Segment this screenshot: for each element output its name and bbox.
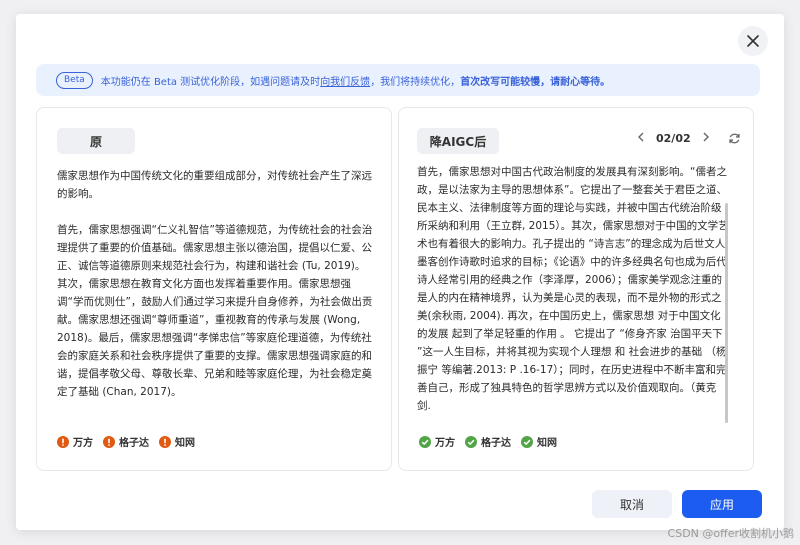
source-cnki: 知网 (521, 434, 557, 449)
close-button[interactable] (738, 26, 768, 56)
original-title: 原 (57, 128, 135, 154)
rewrite-dialog: Beta 本功能仍在 Beta 测试优化阶段，如遇问题请及时 向我们反馈 ，我们… (16, 14, 784, 530)
rewritten-detection-sources: 万方 格子达 知网 (419, 434, 567, 449)
banner-text: 本功能仍在 Beta 测试优化阶段，如遇问题请及时 (100, 76, 321, 88)
refresh-icon (729, 133, 740, 144)
check-circle-icon (521, 435, 533, 448)
rewritten-panel: 降AIGC后 02/02 首先，儒家思想对中国古代政治制度的发展具有深刻影响。“… (398, 107, 754, 471)
banner-text-middle: ，我们将持续优化， (370, 76, 461, 88)
check-circle-icon (419, 435, 431, 448)
source-wanfang: 万方 (57, 434, 93, 449)
apply-button[interactable]: 应用 (682, 490, 762, 518)
warning-icon (159, 435, 171, 448)
next-version-button[interactable] (698, 132, 714, 145)
original-paragraph: 首先，儒家思想强调“仁义礼智信”等道德规范，为传统社会的社会治理提供了重要的价值… (57, 224, 373, 398)
prev-version-button[interactable] (633, 132, 649, 145)
chevron-right-icon (703, 132, 709, 142)
text-scrollbar[interactable] (725, 203, 728, 423)
rewritten-text[interactable]: 首先，儒家思想对中国古代政治制度的发展具有深刻影响。“儒者之政，是以法家为主导的… (417, 163, 729, 421)
original-paragraph: 儒家思想作为中国传统文化的重要组成部分，对传统社会产生了深远的影响。 (57, 170, 372, 200)
original-detection-sources: 万方 格子达 知网 (57, 434, 205, 449)
banner-strong-text: 首次改写可能较慢，请耐心等待。 (460, 76, 611, 88)
source-gezida: 格子达 (103, 434, 149, 449)
rewritten-title: 降AIGC后 (417, 128, 499, 154)
source-wanfang: 万方 (419, 434, 455, 449)
source-gezida: 格子达 (465, 434, 511, 449)
regenerate-button[interactable] (728, 132, 741, 145)
watermark: CSDN @offer收割机小鹅 (667, 527, 794, 540)
beta-badge: Beta (56, 71, 93, 89)
source-cnki: 知网 (159, 434, 195, 449)
feedback-link[interactable]: 向我们反馈 (320, 73, 370, 88)
warning-icon (57, 435, 69, 448)
chevron-left-icon (638, 132, 644, 142)
page-indicator: 02/02 (656, 132, 691, 145)
warning-icon (103, 435, 115, 448)
version-pager: 02/02 (633, 132, 741, 145)
original-text: 儒家思想作为中国传统文化的重要组成部分，对传统社会产生了深远的影响。 首先，儒家… (57, 167, 375, 401)
cancel-button[interactable]: 取消 (592, 490, 672, 518)
close-icon (747, 35, 759, 47)
original-panel: 原 儒家思想作为中国传统文化的重要组成部分，对传统社会产生了深远的影响。 首先，… (36, 107, 392, 471)
check-circle-icon (465, 435, 477, 448)
beta-notice-banner: Beta 本功能仍在 Beta 测试优化阶段，如遇问题请及时 向我们反馈 ，我们… (36, 64, 760, 96)
